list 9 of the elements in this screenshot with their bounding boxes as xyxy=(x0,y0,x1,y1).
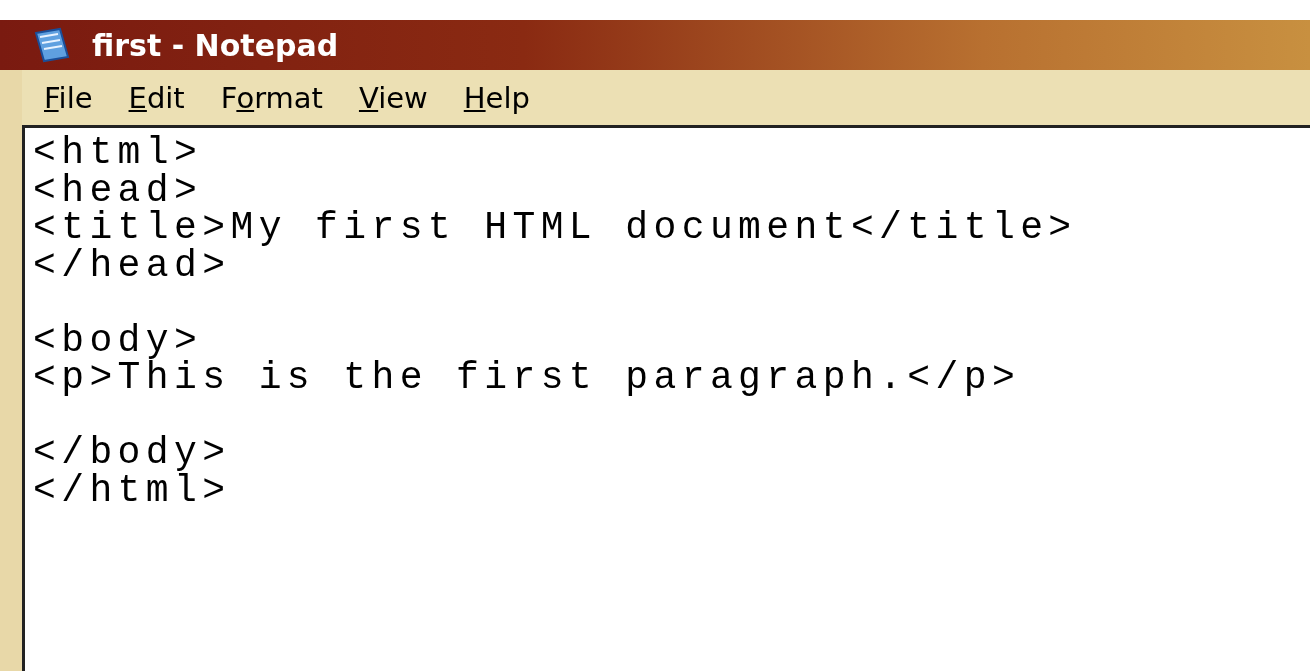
menu-item[interactable]: Format xyxy=(220,80,323,115)
menu-item[interactable]: View xyxy=(358,80,428,115)
editor-text: <html> <head> <title>My first HTML document</title> </head> <body> <p>This is the first paragraph.</p> </body> </html> xyxy=(33,134,1078,509)
menu-item[interactable]: File xyxy=(44,80,93,115)
menu-item[interactable]: Help xyxy=(463,80,530,115)
notepad-icon xyxy=(32,27,72,63)
window-title: first - Notepad xyxy=(92,27,339,63)
menu-item[interactable]: Edit xyxy=(128,80,185,115)
text-area[interactable]: <html> <head> <title>My first HTML document</title> </head> <body> <p>This is the first paragraph.</p> </body> </html> xyxy=(22,125,1310,671)
